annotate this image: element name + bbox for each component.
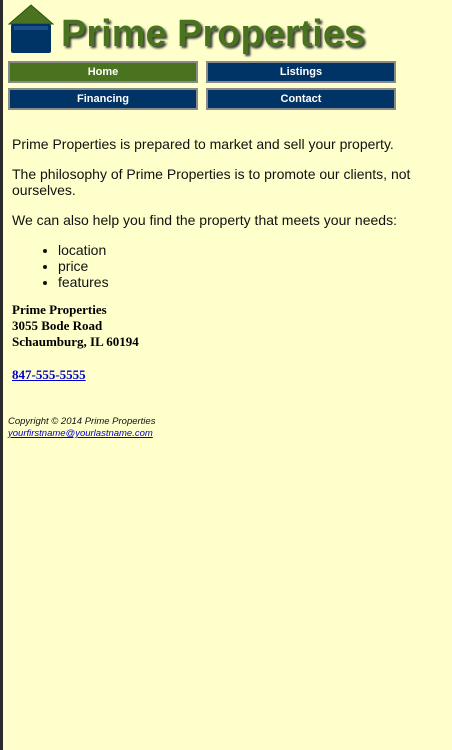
address-block: Prime Properties 3055 Bode Road Schaumbu… [12, 302, 432, 350]
main-content: Prime Properties is prepared to market a… [12, 136, 432, 383]
features-list: location price features [12, 242, 432, 290]
house-logo-icon [7, 4, 55, 54]
page-footer: Copyright © 2014 Prime Properties yourfi… [8, 416, 428, 440]
list-item: price [58, 258, 432, 274]
philosophy-paragraph: The philosophy of Prime Properties is to… [12, 166, 411, 198]
nav-financing-button[interactable]: Financing [8, 88, 198, 110]
site-header: Prime Properties [7, 4, 448, 56]
phone-link[interactable]: 847-555-5555 [12, 367, 86, 382]
email-link[interactable]: yourfirstname@yourlastname.com [8, 428, 153, 439]
list-item: features [58, 274, 432, 290]
window-left-edge [0, 0, 3, 750]
address-street: 3055 Bode Road [12, 318, 103, 333]
main-nav: Home Listings Financing Contact [8, 61, 400, 113]
address-name: Prime Properties [12, 302, 107, 317]
help-paragraph: We can also help you find the property t… [12, 212, 397, 228]
site-title[interactable]: Prime Properties [61, 12, 365, 56]
nav-home-button[interactable]: Home [8, 61, 198, 83]
nav-listings-button[interactable]: Listings [206, 61, 396, 83]
list-item: location [58, 242, 432, 258]
intro-paragraph: Prime Properties is prepared to market a… [12, 136, 394, 152]
address-city: Schaumburg, IL 60194 [12, 334, 139, 349]
nav-contact-button[interactable]: Contact [206, 88, 396, 110]
copyright-text: Copyright © 2014 Prime Properties [8, 416, 156, 427]
